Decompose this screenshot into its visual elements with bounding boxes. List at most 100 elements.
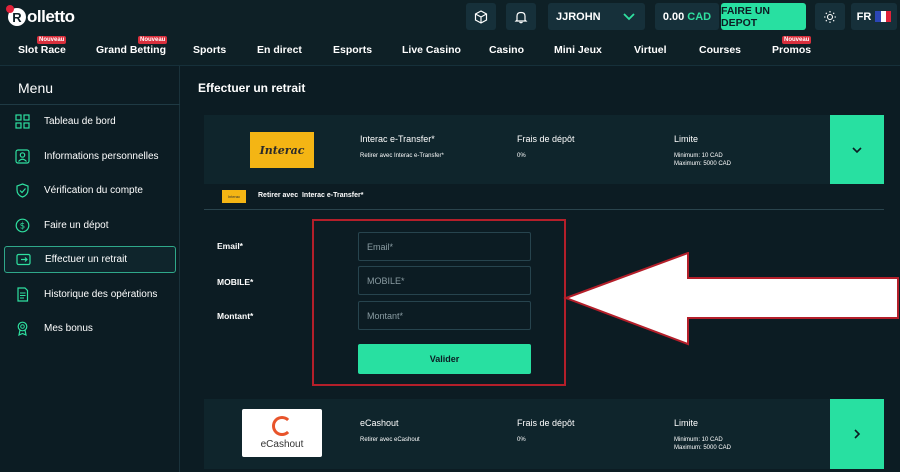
logo-text: olletto	[27, 7, 75, 26]
limit-title: Limite	[674, 418, 699, 428]
sidebar-item-label: Effectuer un retrait	[45, 254, 128, 265]
sidebar-item-bonus[interactable]: Mes bonus	[4, 315, 176, 342]
chevron-down-icon	[852, 146, 862, 153]
nav-casino[interactable]: Casino	[489, 44, 524, 56]
shield-check-icon	[14, 183, 30, 199]
payment-method-ecashout: eCashout eCashout Retirer avec eCashout …	[204, 399, 884, 469]
method-sub: Retirer avec Interac e-Transfer*	[360, 153, 444, 159]
sidebar-item-withdraw[interactable]: Effectuer un retrait	[4, 246, 176, 273]
nav-virtuel[interactable]: Virtuel	[634, 44, 666, 56]
new-badge: Nouveau	[138, 36, 168, 44]
cube-gift-button[interactable]	[466, 3, 496, 30]
interac-mini-logo: Interac	[222, 190, 246, 203]
sidebar-item-label: Vérification du compte	[44, 185, 143, 196]
ecashout-e-icon	[272, 416, 292, 436]
sun-icon	[824, 10, 836, 23]
balance-amount: 0.00	[662, 10, 685, 23]
selected-method-text: Retirer avec Interac e-Transfer*	[258, 192, 363, 199]
sidebar-item-history[interactable]: Historique des opérations	[4, 281, 176, 308]
account-sidebar: Menu Tableau de bord Informations person…	[0, 66, 180, 472]
new-badge: Nouveau	[782, 36, 812, 44]
main-nav: Nouveau Slot Race Nouveau Grand Betting …	[0, 33, 900, 66]
limit-max: Maximum: 5000 CAD	[674, 445, 732, 451]
amount-label: Montant*	[217, 311, 254, 321]
method-name: eCashout	[360, 418, 399, 428]
nav-mini-jeux[interactable]: Mini Jeux	[554, 44, 602, 56]
collapse-button[interactable]	[830, 115, 884, 185]
bonus-medal-icon	[14, 321, 30, 337]
ecashout-logo: eCashout	[242, 409, 322, 457]
sidebar-item-dashboard[interactable]: Tableau de bord	[4, 108, 176, 135]
profile-icon	[14, 149, 30, 165]
logo-text: eCashout	[260, 439, 304, 450]
nav-sports[interactable]: Sports	[193, 44, 226, 56]
nav-promos[interactable]: Nouveau Promos	[772, 36, 812, 56]
sidebar-item-label: Tableau de bord	[44, 116, 116, 127]
dollar-circle-icon: $	[14, 218, 30, 234]
sidebar-item-verification[interactable]: Vérification du compte	[4, 177, 176, 204]
fee-title: Frais de dépôt	[517, 418, 575, 428]
nav-label: Promos	[772, 44, 812, 56]
fee-value: 0%	[517, 153, 526, 159]
nav-en-direct[interactable]: En direct	[257, 44, 302, 56]
interac-logo: Interac	[250, 132, 314, 168]
theme-toggle-button[interactable]	[815, 3, 845, 30]
user-menu-dropdown[interactable]: JJROHN	[548, 3, 645, 30]
sidebar-item-label: Mes bonus	[44, 323, 93, 334]
nav-grand-betting[interactable]: Nouveau Grand Betting	[96, 36, 168, 56]
cube-icon	[474, 9, 488, 24]
language-code: FR	[856, 10, 872, 23]
subrow-method-name: Interac e-Transfer*	[301, 192, 364, 199]
method-sub: Retirer avec eCashout	[360, 437, 420, 443]
mini-logo-text: Interac	[227, 194, 241, 199]
menu-title: Menu	[18, 80, 54, 96]
limit-min: Minimum: 10 CAD	[674, 153, 723, 159]
nav-courses[interactable]: Courses	[699, 44, 741, 56]
method-name: Interac e-Transfer*	[360, 134, 435, 144]
deposit-button[interactable]: FAIRE UN DEPOT	[721, 3, 806, 30]
logo-text: Interac	[259, 143, 305, 157]
menu-divider	[0, 104, 180, 105]
nav-esports[interactable]: Esports	[333, 44, 372, 56]
language-selector[interactable]: FR	[851, 3, 897, 30]
nav-label: Grand Betting	[96, 44, 166, 56]
limit-title: Limite	[674, 134, 699, 144]
selected-method-row: Interac Retirer avec Interac e-Transfer*	[204, 184, 884, 210]
fee-value: 0%	[517, 437, 526, 443]
sidebar-item-label: Informations personnelles	[44, 151, 159, 162]
nav-live-casino[interactable]: Live Casino	[402, 44, 461, 56]
page-title: Effectuer un retrait	[198, 81, 306, 95]
username: JJROHN	[556, 10, 601, 23]
bell-icon	[514, 11, 528, 23]
dashboard-icon	[14, 114, 30, 130]
sidebar-item-deposit[interactable]: $ Faire un dépot	[4, 212, 176, 239]
rolletto-logo[interactable]: R olletto	[6, 5, 75, 27]
highlight-annotation-box	[312, 219, 566, 386]
limit-min: Minimum: 10 CAD	[674, 437, 723, 443]
balance-display[interactable]: 0.00 CAD	[655, 3, 719, 30]
subrow-prefix: Retirer avec	[258, 192, 299, 199]
new-badge: Nouveau	[37, 36, 67, 44]
email-label: Email*	[217, 241, 243, 251]
sidebar-item-label: Historique des opérations	[44, 289, 158, 300]
notifications-button[interactable]	[506, 3, 536, 30]
balance-currency: CAD	[687, 10, 712, 23]
sidebar-item-personal-info[interactable]: Informations personnelles	[4, 143, 176, 170]
chevron-right-icon	[853, 429, 860, 439]
withdraw-icon	[15, 252, 31, 268]
payment-method-header[interactable]: eCashout eCashout Retirer avec eCashout …	[204, 399, 884, 469]
sidebar-item-label: Faire un dépot	[44, 220, 109, 231]
limit-max: Maximum: 5000 CAD	[674, 161, 732, 167]
nav-label: Slot Race	[18, 44, 66, 56]
payment-method-header[interactable]: Interac Interac e-Transfer* Retirer avec…	[204, 115, 884, 185]
fee-title: Frais de dépôt	[517, 134, 575, 144]
logo-letter: R	[12, 9, 22, 25]
mobile-label: MOBILE*	[217, 277, 254, 287]
svg-text:$: $	[19, 222, 24, 232]
payment-method-interac: Interac Interac e-Transfer* Retirer avec…	[204, 115, 884, 185]
arrow-annotation-icon	[563, 252, 899, 346]
top-bar: R olletto JJROHN 0.00 CAD FAIRE UN DEPOT…	[0, 0, 900, 33]
nav-slot-race[interactable]: Nouveau Slot Race	[18, 36, 67, 56]
france-flag-icon	[875, 11, 892, 22]
expand-button[interactable]	[830, 399, 884, 469]
